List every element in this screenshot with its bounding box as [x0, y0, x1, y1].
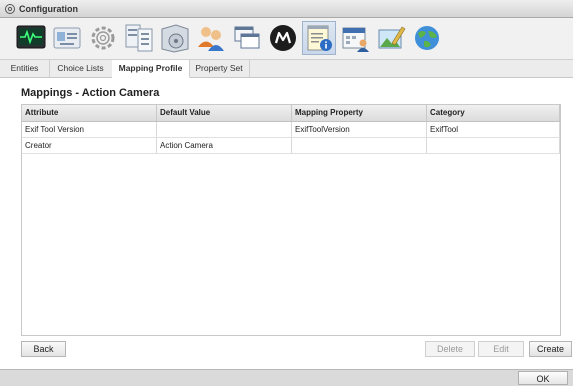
table-header: Attribute Default Value Mapping Property…: [22, 105, 560, 122]
tab-bar: Entities Choice Lists Mapping Profile Pr…: [0, 60, 573, 78]
m-logo-icon[interactable]: [266, 21, 300, 55]
window-titlebar: Configuration: [0, 0, 573, 18]
table-row[interactable]: Exif Tool Version ExifToolVersion ExifTo…: [22, 122, 560, 138]
cell-mapping-property: [292, 138, 427, 153]
windows-icon[interactable]: [230, 21, 264, 55]
globe-icon[interactable]: [410, 21, 444, 55]
cell-default-value: Action Camera: [157, 138, 292, 153]
tab-mapping-profile[interactable]: Mapping Profile: [112, 60, 190, 78]
cell-mapping-property: ExifToolVersion: [292, 122, 427, 137]
column-header-attribute[interactable]: Attribute: [22, 105, 157, 121]
delete-button[interactable]: Delete: [425, 341, 475, 357]
monitor-icon[interactable]: [14, 21, 48, 55]
cell-default-value: [157, 122, 292, 137]
tab-choice-lists[interactable]: Choice Lists: [49, 60, 113, 77]
cell-category: ExifTool: [427, 122, 560, 137]
tab-entities[interactable]: Entities: [0, 60, 50, 77]
media-archive-icon[interactable]: [158, 21, 192, 55]
forms-icon[interactable]: [122, 21, 156, 55]
gear-icon[interactable]: [86, 21, 120, 55]
cell-attribute: Creator: [22, 138, 157, 153]
calendar-user-icon[interactable]: [338, 21, 372, 55]
gear-icon: [5, 3, 15, 14]
module-toolbar: [0, 18, 573, 60]
window-title: Configuration: [19, 3, 78, 14]
notepad-info-icon[interactable]: [302, 21, 336, 55]
mappings-table: Attribute Default Value Mapping Property…: [21, 104, 561, 336]
dialog-footer: [0, 369, 573, 386]
column-header-default-value[interactable]: Default Value: [157, 105, 292, 121]
id-card-icon[interactable]: [50, 21, 84, 55]
image-edit-icon[interactable]: [374, 21, 408, 55]
edit-button[interactable]: Edit: [478, 341, 524, 357]
ok-button[interactable]: OK: [518, 371, 568, 385]
users-icon[interactable]: [194, 21, 228, 55]
create-button[interactable]: Create: [529, 341, 572, 357]
cell-category: [427, 138, 560, 153]
back-button[interactable]: Back: [21, 341, 66, 357]
column-header-category[interactable]: Category: [427, 105, 560, 121]
tab-property-set[interactable]: Property Set: [189, 60, 250, 77]
page-title: Mappings - Action Camera: [21, 87, 160, 99]
column-header-mapping-property[interactable]: Mapping Property: [292, 105, 427, 121]
table-row[interactable]: Creator Action Camera: [22, 138, 560, 154]
cell-attribute: Exif Tool Version: [22, 122, 157, 137]
